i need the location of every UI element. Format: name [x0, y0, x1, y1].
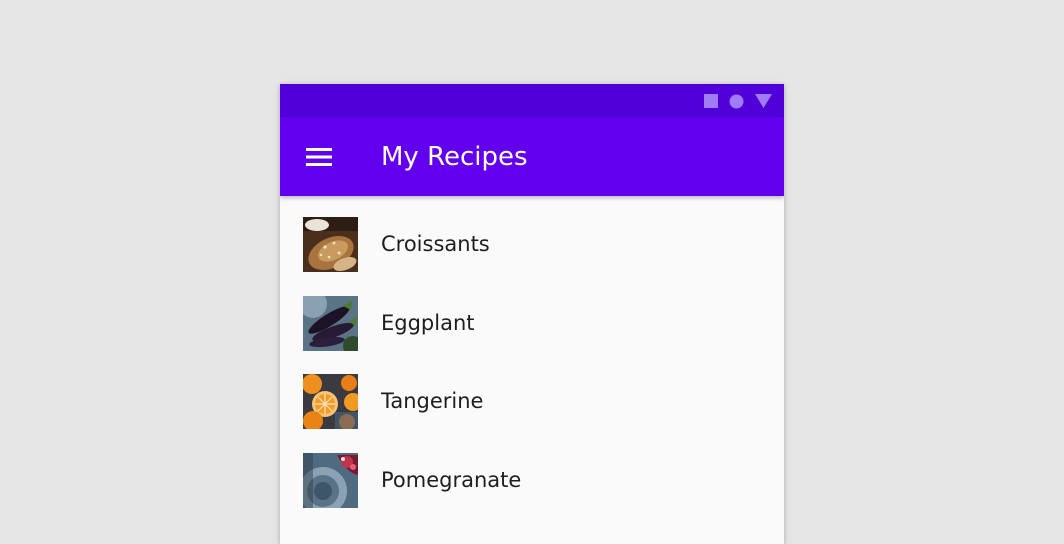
- list-item-tangerine[interactable]: Tangerine: [280, 353, 784, 432]
- list-item-croissants[interactable]: Croissants: [280, 196, 784, 275]
- status-bar: [280, 84, 784, 117]
- list-item-pomegranate[interactable]: Pomegranate: [280, 432, 784, 511]
- eggplant-thumbnail: [303, 295, 358, 351]
- circle-icon: [729, 94, 744, 109]
- list-item-label: Croissants: [381, 232, 490, 256]
- status-icons: [704, 94, 772, 108]
- hamburger-menu-icon: [306, 147, 332, 167]
- pomegranate-thumbnail: [303, 452, 358, 508]
- top-app-bar: My Recipes: [280, 117, 784, 196]
- tangerine-thumbnail: [303, 374, 358, 429]
- recipe-list: Croissants Eggplant Tangerine Pomegranat…: [280, 196, 784, 510]
- list-item-eggplant[interactable]: Eggplant: [280, 275, 784, 354]
- list-item-label: Eggplant: [381, 310, 475, 335]
- list-item-label: Pomegranate: [381, 467, 522, 492]
- app-title: My Recipes: [381, 142, 528, 172]
- croissants-thumbnail: [303, 217, 358, 272]
- menu-button[interactable]: [296, 134, 342, 180]
- phone-frame: My Recipes Croissants Eggplant Tangerine…: [280, 84, 784, 544]
- list-item-label: Tangerine: [381, 389, 484, 413]
- triangle-icon: [755, 94, 772, 108]
- square-icon: [704, 94, 718, 108]
